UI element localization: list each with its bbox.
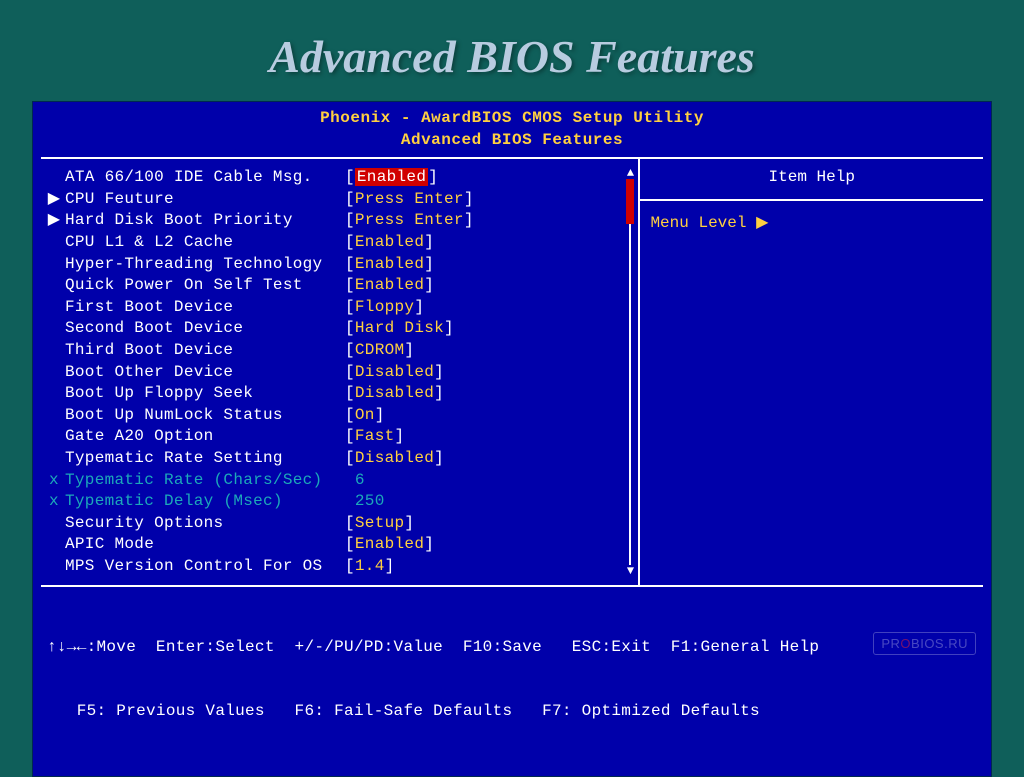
row-marker (43, 405, 65, 427)
setting-value[interactable]: [Enabled] (345, 534, 434, 556)
row-marker (43, 275, 65, 297)
setting-row: xTypematic Delay (Msec) 250 (43, 491, 636, 513)
setting-row[interactable]: ▶CPU Feuture[Press Enter] (43, 189, 636, 211)
settings-panel[interactable]: ▲ ▼ ATA 66/100 IDE Cable Msg.[Enabled]▶C… (41, 159, 640, 585)
setting-value[interactable]: [Enabled] (345, 167, 438, 189)
setting-row[interactable]: CPU L1 & L2 Cache[Enabled] (43, 232, 636, 254)
setting-value[interactable]: [CDROM] (345, 340, 414, 362)
setting-value[interactable]: [Enabled] (345, 254, 434, 276)
disabled-marker-icon: x (43, 470, 65, 492)
setting-row[interactable]: Boot Other Device[Disabled] (43, 362, 636, 384)
bios-header: Phoenix - AwardBIOS CMOS Setup Utility A… (33, 102, 991, 157)
row-marker (43, 297, 65, 319)
row-marker (43, 448, 65, 470)
bios-window: Phoenix - AwardBIOS CMOS Setup Utility A… (32, 101, 992, 777)
setting-row[interactable]: MPS Version Control For OS[1.4] (43, 556, 636, 578)
setting-value[interactable]: [Fast] (345, 426, 404, 448)
scrollbar[interactable]: ▲ ▼ (624, 167, 636, 577)
setting-label: Quick Power On Self Test (65, 275, 345, 297)
setting-label: Third Boot Device (65, 340, 345, 362)
setting-row[interactable]: Quick Power On Self Test[Enabled] (43, 275, 636, 297)
row-marker (43, 383, 65, 405)
setting-value: 6 (345, 470, 365, 492)
setting-label: MPS Version Control For OS (65, 556, 345, 578)
setting-row: xTypematic Rate (Chars/Sec) 6 (43, 470, 636, 492)
setting-value[interactable]: [Floppy] (345, 297, 424, 319)
setting-value[interactable]: [On] (345, 405, 385, 427)
footer-line2: F5: Previous Values F6: Fail-Safe Defaul… (47, 701, 981, 723)
setting-value[interactable]: [Setup] (345, 513, 414, 535)
row-marker (43, 232, 65, 254)
setting-label: Gate A20 Option (65, 426, 345, 448)
setting-value[interactable]: [Disabled] (345, 448, 444, 470)
setting-row[interactable]: Security Options[Setup] (43, 513, 636, 535)
scroll-thumb[interactable] (626, 179, 634, 224)
setting-value[interactable]: [1.4] (345, 556, 395, 578)
setting-value[interactable]: [Disabled] (345, 383, 444, 405)
setting-value: 250 (345, 491, 385, 513)
bios-footer: ↑↓→←:Move Enter:Select +/-/PU/PD:Value F… (33, 587, 991, 776)
setting-value[interactable]: [Disabled] (345, 362, 444, 384)
row-marker (43, 426, 65, 448)
setting-label: Boot Up Floppy Seek (65, 383, 345, 405)
submenu-arrow-icon: ▶ (43, 210, 65, 232)
setting-label: Hyper-Threading Technology (65, 254, 345, 276)
setting-value[interactable]: [Press Enter] (345, 210, 474, 232)
setting-label: Security Options (65, 513, 345, 535)
help-menu-level: Menu Level ▶ (650, 213, 973, 235)
scroll-down-icon[interactable]: ▼ (627, 565, 634, 577)
setting-row[interactable]: Gate A20 Option[Fast] (43, 426, 636, 448)
help-panel: Item Help Menu Level ▶ (640, 159, 983, 585)
row-marker (43, 534, 65, 556)
setting-value[interactable]: [Enabled] (345, 232, 434, 254)
setting-row[interactable]: APIC Mode[Enabled] (43, 534, 636, 556)
row-marker (43, 513, 65, 535)
setting-row[interactable]: First Boot Device[Floppy] (43, 297, 636, 319)
scroll-track[interactable] (629, 179, 631, 565)
setting-row[interactable]: Boot Up Floppy Seek[Disabled] (43, 383, 636, 405)
row-marker (43, 362, 65, 384)
row-marker (43, 254, 65, 276)
setting-label: CPU Feuture (65, 189, 345, 211)
row-marker (43, 340, 65, 362)
setting-row[interactable]: Typematic Rate Setting[Disabled] (43, 448, 636, 470)
setting-label: Typematic Rate Setting (65, 448, 345, 470)
setting-row[interactable]: Boot Up NumLock Status[On] (43, 405, 636, 427)
footer-line1: ↑↓→←:Move Enter:Select +/-/PU/PD:Value F… (47, 637, 981, 659)
bios-header-line2: Advanced BIOS Features (33, 130, 991, 152)
setting-row[interactable]: ATA 66/100 IDE Cable Msg.[Enabled] (43, 167, 636, 189)
setting-row[interactable]: Third Boot Device[CDROM] (43, 340, 636, 362)
setting-label: Boot Up NumLock Status (65, 405, 345, 427)
setting-label: APIC Mode (65, 534, 345, 556)
disabled-marker-icon: x (43, 491, 65, 513)
setting-label: Typematic Rate (Chars/Sec) (65, 470, 345, 492)
setting-label: Typematic Delay (Msec) (65, 491, 345, 513)
row-marker (43, 318, 65, 340)
bios-header-line1: Phoenix - AwardBIOS CMOS Setup Utility (33, 108, 991, 130)
setting-value[interactable]: [Hard Disk] (345, 318, 454, 340)
setting-label: Hard Disk Boot Priority (65, 210, 345, 232)
setting-row[interactable]: Second Boot Device[Hard Disk] (43, 318, 636, 340)
bios-panels: ▲ ▼ ATA 66/100 IDE Cable Msg.[Enabled]▶C… (41, 157, 983, 587)
help-separator (640, 199, 983, 201)
setting-value[interactable]: [Enabled] (345, 275, 434, 297)
setting-value[interactable]: [Press Enter] (345, 189, 474, 211)
setting-label: Second Boot Device (65, 318, 345, 340)
scroll-up-icon[interactable]: ▲ (627, 167, 634, 179)
setting-label: First Boot Device (65, 297, 345, 319)
row-marker (43, 167, 65, 189)
setting-label: ATA 66/100 IDE Cable Msg. (65, 167, 345, 189)
submenu-arrow-icon: ▶ (43, 189, 65, 211)
setting-row[interactable]: Hyper-Threading Technology[Enabled] (43, 254, 636, 276)
setting-row[interactable]: ▶Hard Disk Boot Priority[Press Enter] (43, 210, 636, 232)
slide-title: Advanced BIOS Features (0, 0, 1024, 101)
help-title: Item Help (650, 167, 973, 199)
setting-label: Boot Other Device (65, 362, 345, 384)
setting-label: CPU L1 & L2 Cache (65, 232, 345, 254)
row-marker (43, 556, 65, 578)
